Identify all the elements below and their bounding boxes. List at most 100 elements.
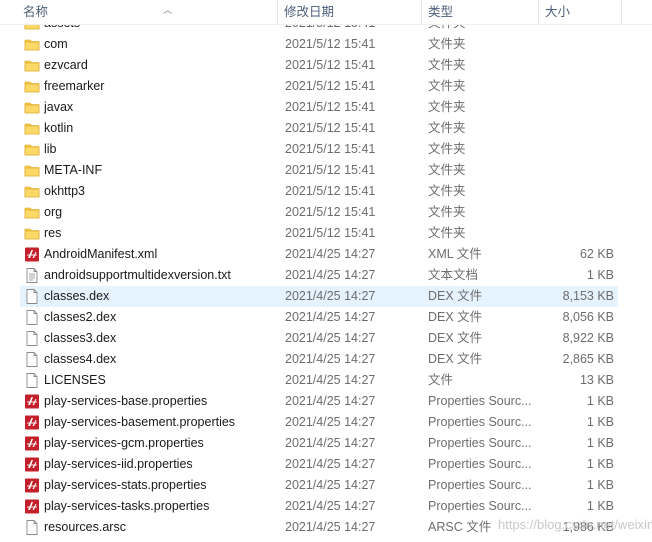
column-divider[interactable] <box>621 0 622 24</box>
file-type: Properties Sourc... <box>428 394 532 408</box>
file-explorer-window: assets2021/5/12 15:41文件夹com2021/5/12 15:… <box>0 0 652 542</box>
file-row[interactable]: play-services-stats.properties 2021/4/25 … <box>0 475 652 496</box>
file-size: 1 KB <box>586 457 614 471</box>
file-size: 1 KB <box>586 415 614 429</box>
folder-icon <box>24 225 40 242</box>
column-header-size[interactable]: 大小 <box>539 0 621 24</box>
file-size: 8,153 KB <box>562 289 614 303</box>
watermark-text: https://blog.csdn.net/weixin_jie6 <box>498 517 652 532</box>
folder-icon <box>24 204 40 221</box>
file-type: DEX 文件 <box>428 310 483 324</box>
file-name: play-services-stats.properties <box>44 478 207 492</box>
xml-file-icon <box>24 246 40 263</box>
file-size: 8,922 KB <box>562 331 614 345</box>
properties-file-icon <box>24 393 40 410</box>
file-name: play-services-basement.properties <box>44 415 236 429</box>
file-modified-date: 2021/4/25 14:27 <box>285 310 376 324</box>
folder-icon <box>24 57 40 74</box>
file-name: resources.arsc <box>44 520 126 534</box>
file-size: 1 KB <box>586 478 614 492</box>
file-name: play-services-iid.properties <box>44 457 193 471</box>
file-name: play-services-gcm.properties <box>44 436 204 450</box>
column-header-date-label: 修改日期 <box>284 5 335 19</box>
file-row[interactable]: classes3.dex 2021/4/25 14:27 DEX 文件 8,922 K… <box>0 328 652 349</box>
file-name: ezvcard <box>44 58 88 72</box>
file-name: classes3.dex <box>44 331 117 345</box>
properties-file-icon <box>24 414 40 431</box>
file-row[interactable]: classes2.dex 2021/4/25 14:27 DEX 文件 8,056 K… <box>0 307 652 328</box>
file-type: 文件夹 <box>428 100 466 114</box>
folder-icon <box>24 141 40 158</box>
file-type: 文件夹 <box>428 79 466 93</box>
file-name: META-INF <box>44 163 103 177</box>
file-row[interactable]: play-services-gcm.properties 2021/4/25 14… <box>0 433 652 454</box>
file-modified-date: 2021/4/25 14:27 <box>285 520 376 534</box>
blank-file-icon <box>24 351 40 368</box>
file-row[interactable]: AndroidManifest.xml 2021/4/25 14:27 XML 文件… <box>0 244 652 265</box>
file-size <box>540 34 614 55</box>
file-modified-date: 2021/5/12 15:41 <box>285 163 376 177</box>
file-name: org <box>44 205 63 219</box>
file-type: 文件夹 <box>428 163 466 177</box>
file-name: play-services-tasks.properties <box>44 499 210 513</box>
file-row[interactable]: classes.dex 2021/4/25 14:27 DEX 文件 8,153 KB <box>0 286 652 307</box>
file-type: DEX 文件 <box>428 352 483 366</box>
file-row[interactable]: play-services-base.properties 2021/4/25 1… <box>0 391 652 412</box>
column-header-size-label: 大小 <box>545 5 571 19</box>
file-type: DEX 文件 <box>428 331 483 345</box>
file-size: 8,056 KB <box>562 310 614 324</box>
file-row[interactable]: play-services-tasks.properties 2021/4/25 … <box>0 496 652 517</box>
file-row[interactable]: androidsupportmultidexversion.txt 2021/4/… <box>0 265 652 286</box>
file-size <box>540 223 614 244</box>
file-row[interactable]: LICENSES 2021/4/25 14:27 文件 13 KB <box>0 370 652 391</box>
file-row[interactable]: freemarker 2021/5/12 15:41 文件夹 <box>0 76 652 97</box>
file-name: kotlin <box>44 121 74 135</box>
file-row[interactable]: res 2021/5/12 15:41 文件夹 <box>0 223 652 244</box>
file-size: 13 KB <box>579 373 614 387</box>
file-row[interactable]: classes4.dex 2021/4/25 14:27 DEX 文件 2,865 K… <box>0 349 652 370</box>
file-name: classes.dex <box>44 289 110 303</box>
blank-file-icon <box>24 372 40 389</box>
file-name: androidsupportmultidexversion.txt <box>44 268 231 282</box>
file-modified-date: 2021/5/12 15:41 <box>285 58 376 72</box>
file-row[interactable]: org 2021/5/12 15:41 文件夹 <box>0 202 652 223</box>
file-modified-date: 2021/4/25 14:27 <box>285 457 376 471</box>
column-header-date[interactable]: 修改日期 <box>278 0 421 24</box>
file-row[interactable]: ezvcard 2021/5/12 15:41 文件夹 <box>0 55 652 76</box>
blank-file-icon <box>24 519 40 536</box>
properties-file-icon <box>24 477 40 494</box>
properties-file-icon <box>24 435 40 452</box>
file-modified-date: 2021/4/25 14:27 <box>285 331 376 345</box>
file-type: XML 文件 <box>428 247 482 261</box>
file-modified-date: 2021/5/12 15:41 <box>285 37 376 51</box>
file-row[interactable]: play-services-iid.properties 2021/4/25 14… <box>0 454 652 475</box>
file-row[interactable]: lib 2021/5/12 15:41 文件夹 <box>0 139 652 160</box>
file-modified-date: 2021/5/12 15:41 <box>285 100 376 114</box>
file-size <box>540 202 614 223</box>
column-header-type[interactable]: 类型 <box>422 0 538 24</box>
file-modified-date: 2021/4/25 14:27 <box>285 478 376 492</box>
folder-icon <box>24 162 40 179</box>
file-row[interactable]: okhttp3 2021/5/12 15:41 文件夹 <box>0 181 652 202</box>
file-type: 文件夹 <box>428 121 466 135</box>
column-header-name[interactable]: 名称 ︿ <box>17 0 277 24</box>
properties-file-icon <box>24 498 40 515</box>
file-name: LICENSES <box>44 373 106 387</box>
file-size <box>540 118 614 139</box>
file-size: 1 KB <box>586 268 614 282</box>
file-row[interactable]: META-INF 2021/5/12 15:41 文件夹 <box>0 160 652 181</box>
file-modified-date: 2021/5/12 15:41 <box>285 142 376 156</box>
file-type: 文件夹 <box>428 142 466 156</box>
file-row[interactable]: javax 2021/5/12 15:41 文件夹 <box>0 97 652 118</box>
file-row[interactable]: kotlin 2021/5/12 15:41 文件夹 <box>0 118 652 139</box>
file-name: javax <box>44 100 74 114</box>
file-modified-date: 2021/5/12 15:41 <box>285 121 376 135</box>
file-modified-date: 2021/4/25 14:27 <box>285 394 376 408</box>
text-file-icon <box>24 267 40 284</box>
file-size: 1 KB <box>586 394 614 408</box>
file-row[interactable]: play-services-basement.properties 2021/4/… <box>0 412 652 433</box>
file-type: 文本文档 <box>428 268 479 282</box>
file-modified-date: 2021/5/12 15:41 <box>285 184 376 198</box>
file-row[interactable]: com 2021/5/12 15:41 文件夹 <box>0 34 652 55</box>
file-name: res <box>44 226 62 240</box>
